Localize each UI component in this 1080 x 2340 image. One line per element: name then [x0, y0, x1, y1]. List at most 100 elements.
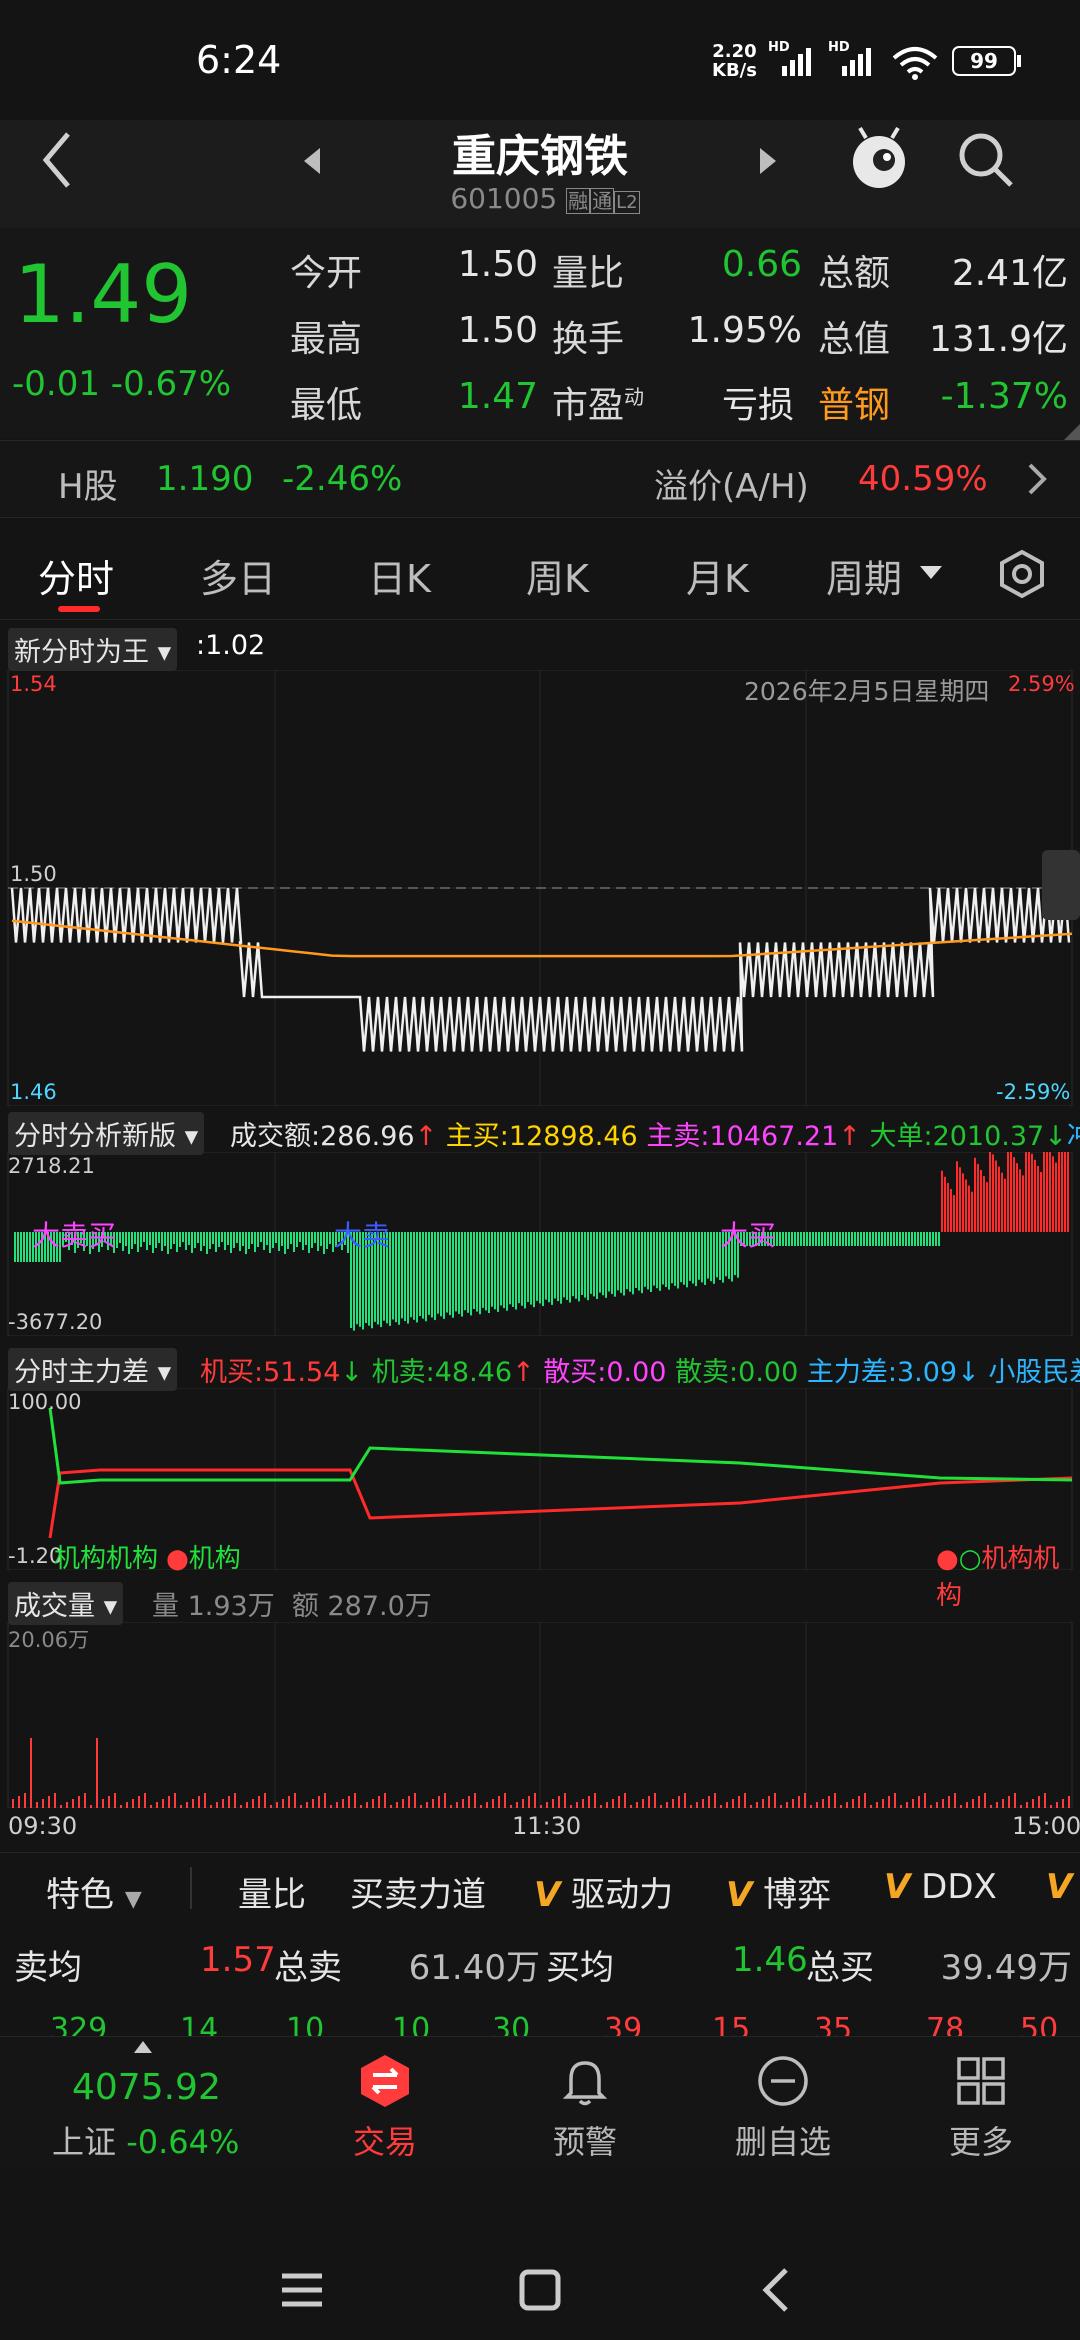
volume-bar	[162, 1799, 164, 1808]
chart2-y-high: 2718.21	[8, 1154, 95, 1178]
volume-bar	[774, 1793, 776, 1808]
back-icon[interactable]	[760, 2266, 792, 2314]
back-arrow-icon[interactable]	[36, 128, 76, 192]
flow-bar	[554, 1232, 556, 1299]
feature-ddx[interactable]: V DDX	[884, 1867, 997, 1907]
tab-intraday[interactable]: 分时	[38, 548, 114, 603]
flow-bar	[269, 1232, 271, 1253]
flow-bar	[833, 1232, 835, 1246]
more-button[interactable]: 更多	[916, 2053, 1046, 2163]
flow-bar	[857, 1232, 859, 1246]
settings-hexagon-icon[interactable]	[996, 548, 1048, 600]
label-loss: 亏损	[722, 385, 795, 426]
volume-bar	[954, 1793, 956, 1808]
flow-bar	[536, 1232, 538, 1301]
flow-bar	[608, 1232, 610, 1292]
flow-bar	[227, 1232, 229, 1245]
volume-bar	[804, 1793, 806, 1808]
volume-bar	[264, 1793, 266, 1808]
flow-bar	[26, 1232, 28, 1262]
recent-apps-icon[interactable]	[280, 2270, 324, 2310]
flow-bar	[887, 1232, 889, 1246]
volume-bar	[510, 1805, 512, 1808]
flow-bar	[476, 1232, 478, 1312]
volume-bar	[426, 1802, 428, 1808]
flow-bar	[443, 1232, 445, 1319]
feature-drive[interactable]: V 驱动力	[534, 1867, 673, 1916]
tab-monthly-k[interactable]: 月K	[686, 548, 749, 603]
tab-multiday[interactable]: 多日	[200, 548, 276, 603]
flow-bar	[593, 1232, 595, 1297]
chart4-indicator-select[interactable]: 成交量 ▾	[8, 1582, 124, 1625]
search-icon[interactable]	[956, 130, 1016, 190]
more-label: 更多	[948, 2123, 1013, 2161]
volume-bar	[300, 1805, 302, 1808]
volume-bar	[870, 1805, 872, 1808]
flow-bar	[920, 1232, 922, 1246]
flow-bar	[302, 1232, 304, 1250]
flow-bar	[1001, 1172, 1003, 1232]
index-row[interactable]: 上证 -0.64%	[52, 2117, 239, 2163]
flow-bar	[602, 1232, 604, 1296]
next-stock-icon[interactable]	[756, 146, 780, 176]
expand-corner-icon[interactable]	[1064, 424, 1080, 440]
flow-bar	[896, 1232, 898, 1246]
feature-buy-sell-power[interactable]: 买卖力道	[350, 1867, 486, 1916]
flow-bar	[713, 1232, 715, 1284]
volume-bar	[810, 1805, 812, 1808]
flow-bar	[929, 1232, 931, 1246]
feature-game[interactable]: V 博弈	[726, 1867, 831, 1916]
remove-watchlist-button[interactable]: 删自选	[718, 2053, 848, 2163]
index-value[interactable]: 4075.92	[72, 2067, 221, 2108]
volume-bar	[522, 1799, 524, 1808]
volume-bar	[192, 1799, 194, 1808]
flow-bar	[590, 1232, 592, 1294]
chart2-indicator-select[interactable]: 分时分析新版 ▾	[8, 1112, 205, 1155]
caret-up-icon[interactable]	[134, 2041, 152, 2053]
feature-volume-ratio[interactable]: 量比	[238, 1867, 306, 1916]
y-mid-label: 1.50	[10, 862, 57, 886]
trade-button[interactable]: 交易	[320, 2053, 450, 2163]
home-icon[interactable]	[518, 2268, 562, 2312]
flow-bar	[1010, 1152, 1012, 1232]
sector-link[interactable]: 普钢	[818, 376, 890, 428]
flow-bar	[410, 1232, 412, 1318]
h-share-row[interactable]: H股 1.190 -2.46% 溢价(A/H) 40.59%	[0, 440, 1080, 518]
volume-bar	[78, 1796, 80, 1808]
chart1-indicator-select[interactable]: 新分时为王 ▾	[8, 628, 178, 671]
flow-bar	[29, 1232, 31, 1262]
flow-bar	[923, 1232, 925, 1246]
change-value: -0.01	[12, 364, 100, 404]
chevron-right-icon[interactable]	[1024, 461, 1050, 497]
flow-bar	[299, 1232, 301, 1242]
flow-bar	[581, 1232, 583, 1295]
flow-bar	[875, 1232, 877, 1246]
battery-icon: 99	[952, 46, 1016, 76]
volume-bar	[450, 1805, 452, 1808]
alert-button[interactable]: 预警	[520, 2053, 650, 2163]
tab-period[interactable]: 周期	[826, 548, 902, 603]
tag-l2: L2	[614, 191, 640, 214]
sector-change: -1.37%	[940, 376, 1068, 417]
volume-bar	[612, 1799, 614, 1808]
volume-bar	[840, 1805, 842, 1808]
volume-bar	[42, 1799, 44, 1808]
feature-dropdown[interactable]: 特色 ▼	[46, 1867, 142, 1916]
volume-chart[interactable]	[0, 1622, 1080, 1808]
chart3-indicator-select[interactable]: 分时主力差 ▾	[8, 1348, 178, 1391]
inst-sell-line	[48, 1407, 1073, 1485]
flow-analysis-chart[interactable]	[0, 1152, 1080, 1336]
volume-bar	[324, 1793, 326, 1808]
tab-weekly-k[interactable]: 周K	[526, 548, 589, 603]
pct-high-label: 2.59%	[1008, 672, 1075, 696]
mark-inst-right: ●○机构机构	[936, 1544, 1060, 1611]
robot-assistant-icon[interactable]	[846, 124, 912, 194]
price-chart[interactable]	[0, 670, 1080, 1106]
prev-stock-icon[interactable]	[300, 146, 324, 176]
volume-bar	[636, 1802, 638, 1808]
clock: 6:24	[196, 38, 282, 82]
tab-daily-k[interactable]: 日K	[368, 548, 431, 603]
flow-bar	[125, 1232, 127, 1246]
feature-more-v-icon[interactable]: V	[1046, 1867, 1072, 1907]
volume-bar	[126, 1802, 128, 1808]
